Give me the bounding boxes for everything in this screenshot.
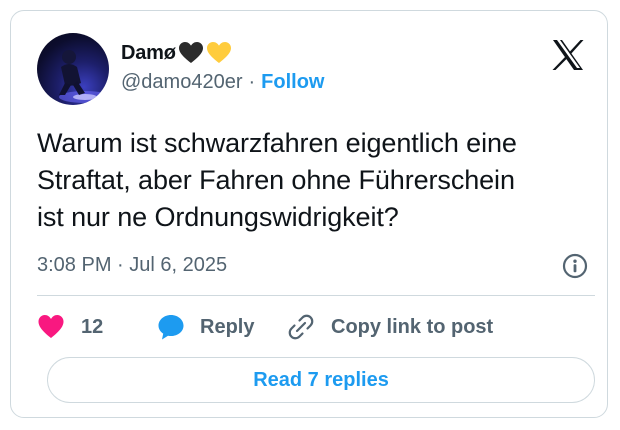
author-display-name[interactable]: Damø [121, 42, 176, 65]
reply-button[interactable]: Reply [157, 313, 287, 341]
avatar[interactable] [37, 33, 109, 105]
read-replies-label: Read 7 replies [253, 368, 389, 391]
post-timestamp[interactable]: 3:08 PM · Jul 6, 2025 [37, 254, 227, 277]
black-heart-icon [178, 41, 204, 65]
post-card: Damø @damo420er · Follow Warum ist schwa… [10, 10, 608, 418]
author-handle[interactable]: @damo420er [121, 71, 242, 94]
yellow-heart-icon [206, 41, 232, 65]
divider [37, 295, 595, 296]
read-replies-button[interactable]: Read 7 replies [47, 357, 595, 403]
post-actions: 12 Reply Copy link to post [37, 311, 493, 343]
x-logo-icon[interactable] [551, 39, 585, 71]
avatar-image [59, 50, 109, 103]
info-circle-icon[interactable] [562, 253, 588, 279]
speech-bubble-icon [157, 313, 185, 341]
author-handle-row: @damo420er · Follow [121, 69, 324, 95]
handle-separator: · [248, 70, 256, 93]
follow-button[interactable]: Follow [261, 71, 324, 94]
copy-link-label: Copy link to post [331, 315, 494, 338]
like-count: 12 [81, 315, 104, 338]
post-text: Warum ist schwarzfahren eigentlich eine … [37, 128, 517, 232]
heart-icon [37, 314, 65, 340]
like-button[interactable]: 12 [37, 314, 157, 340]
author-name-row: Damø [121, 39, 232, 67]
link-icon [287, 313, 315, 341]
copy-link-button[interactable]: Copy link to post [287, 313, 493, 341]
reply-label: Reply [200, 315, 255, 338]
